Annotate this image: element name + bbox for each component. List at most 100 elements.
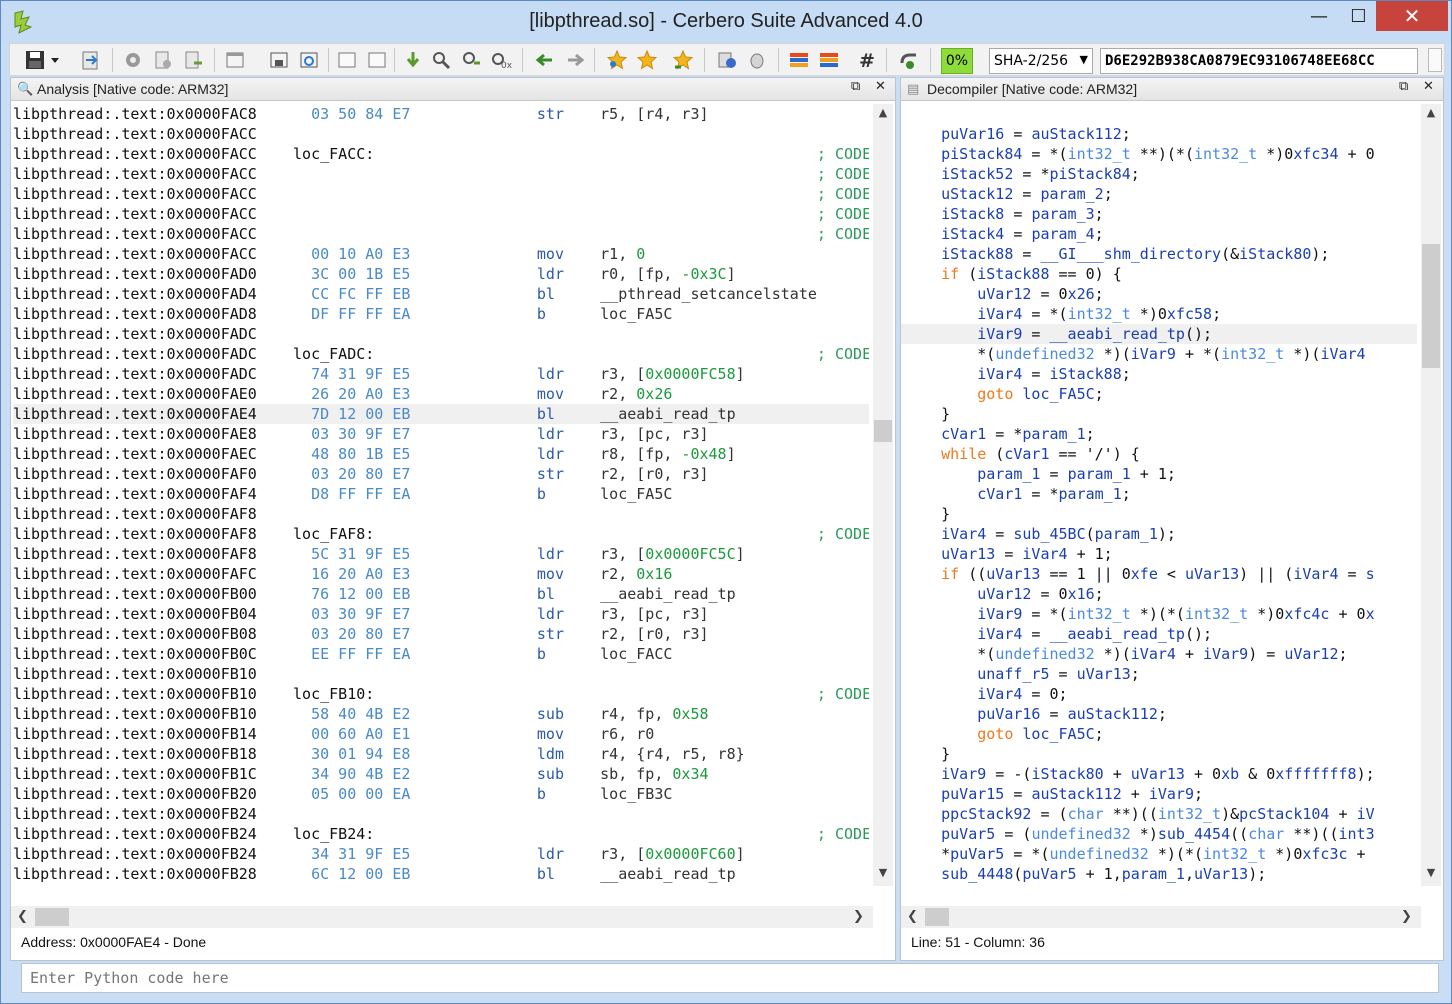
bookmark-down-icon[interactable] [402,49,424,71]
scroll-down-icon[interactable]: ▼ [873,866,893,879]
close-panel-icon[interactable]: ✕ [1423,79,1434,94]
decompiler-line[interactable]: } [901,404,1417,424]
scroll-up-icon[interactable]: ▲ [873,106,893,119]
disassembly-line[interactable]: libpthread:.text:0x0000FB24 [13,804,869,824]
hash-algorithm-select[interactable]: SHA-2/256 ▼ [989,48,1093,74]
scroll-thumb[interactable] [1422,244,1440,368]
horizontal-scroll-thumb[interactable] [925,908,949,926]
disassembly-line[interactable]: libpthread:.text:0x0000FADC [13,324,869,344]
back-arrow-icon[interactable] [534,49,556,71]
analysis-horizontal-scrollbar[interactable]: ❮ ❯ [11,906,873,928]
close-button[interactable]: ✕ [1376,1,1448,31]
disassembly-line[interactable]: libpthread:.text:0x0000FB24 loc_FB24: ; CO… [13,824,869,844]
scroll-down-icon[interactable]: ▼ [1421,866,1441,879]
disassembly-line[interactable]: libpthread:.text:0x0000FAF8 loc_FAF8: ; CO… [13,524,869,544]
disassembly-line[interactable]: libpthread:.text:0x0000FB0C EE FF FF EA b l… [13,644,869,664]
disassembly-view[interactable]: libpthread:.text:0x0000FAC8 03 50 84 E7 st… [13,104,869,884]
decompiler-line[interactable]: piStack84 = *(int32_t **)(*(int32_t *)0x… [901,144,1417,164]
hex-search-icon[interactable]: 0x [490,49,512,71]
decompiler-line[interactable]: puVar15 = auStack112 + iVar9; [901,784,1417,804]
decompiler-line[interactable]: puVar5 = (undefined32 *)sub_4454((char *… [901,824,1417,844]
disassembly-line[interactable]: libpthread:.text:0x0000FAE8 03 30 9F E7 ld… [13,424,869,444]
search-icon[interactable] [430,49,452,71]
document-icon[interactable] [152,49,174,71]
decompiler-line[interactable]: iStack4 = param_4; [901,224,1417,244]
decompiler-line[interactable]: uStack12 = param_2; [901,184,1417,204]
disassembly-line[interactable]: libpthread:.text:0x0000FB28 6C 12 00 EB bl… [13,864,869,884]
disassembly-line[interactable]: libpthread:.text:0x0000FB18 30 01 94 E8 ld… [13,744,869,764]
disassembly-line[interactable]: libpthread:.text:0x0000FB00 76 12 00 EB bl… [13,584,869,604]
save-icon[interactable] [24,49,62,71]
bug-icon[interactable] [746,49,768,71]
decompiler-line[interactable]: cVar1 = *param_1; [901,424,1417,444]
decompiler-line[interactable]: } [901,744,1417,764]
decompiler-line[interactable]: cVar1 = *param_1; [901,484,1417,504]
disassembly-line[interactable]: libpthread:.text:0x0000FB24 34 31 9F E5 ld… [13,844,869,864]
disassembly-line[interactable]: libpthread:.text:0x0000FAC8 03 50 84 E7 st… [13,104,869,124]
disassembly-line[interactable]: libpthread:.text:0x0000FADC loc_FADC: ; CO… [13,344,869,364]
decompiler-line[interactable]: iVar9 = __aeabi_read_tp(); [901,324,1417,344]
decompiler-line[interactable]: if (iStack88 == 0) { [901,264,1417,284]
disassembly-line[interactable]: libpthread:.text:0x0000FAD4 CC FC FF EB bl… [13,284,869,304]
frame-alt-icon[interactable] [366,49,388,71]
maximize-button[interactable]: ☐ [1341,1,1376,31]
decompiler-horizontal-scrollbar[interactable]: ❮ ❯ [901,906,1421,928]
decompiler-line[interactable]: } [901,504,1417,524]
decompiler-line[interactable]: param_1 = param_1 + 1; [901,464,1417,484]
star-icon[interactable] [636,49,658,71]
decompiler-line[interactable]: iStack52 = *piStack84; [901,164,1417,184]
float-panel-icon[interactable]: ⧉ [851,79,860,94]
decompiler-line[interactable]: goto loc_FA5C; [901,724,1417,744]
frame-icon[interactable] [336,49,358,71]
decompiler-line[interactable]: iVar9 = -(iStack80 + uVar13 + 0xb & 0xff… [901,764,1417,784]
decompiler-line[interactable]: iVar9 = *(int32_t *)(*(int32_t *)0xfc4c … [901,604,1417,624]
scroll-left-icon[interactable]: ❮ [17,909,28,924]
disassembly-line[interactable]: libpthread:.text:0x0000FAE0 26 20 A0 E3 mo… [13,384,869,404]
python-input[interactable] [21,963,1439,993]
forward-arrow-icon[interactable] [564,49,586,71]
decompiler-vertical-scrollbar[interactable]: ▲ ▼ [1421,104,1441,886]
disassembly-line[interactable]: libpthread:.text:0x0000FB10 58 40 4B E2 su… [13,704,869,724]
disassembly-line[interactable]: libpthread:.text:0x0000FACC ; CODE [13,204,869,224]
disassembly-line[interactable]: libpthread:.text:0x0000FACC 00 10 A0 E3 mo… [13,244,869,264]
decompiler-line[interactable]: iVar4 = __aeabi_read_tp(); [901,624,1417,644]
scroll-thumb[interactable] [874,420,892,442]
decompiler-line[interactable]: uVar13 = iVar4 + 1; [901,544,1417,564]
scroll-right-icon[interactable]: ❯ [1401,909,1412,924]
disassembly-line[interactable]: libpthread:.text:0x0000FB1C 34 90 4B E2 su… [13,764,869,784]
disassembly-line[interactable]: libpthread:.text:0x0000FB10 [13,664,869,684]
decompiler-line[interactable]: uVar12 = 0x26; [901,284,1417,304]
decompiler-line[interactable]: puVar16 = auStack112; [901,124,1417,144]
disassembly-line[interactable]: libpthread:.text:0x0000FADC 74 31 9F E5 ld… [13,364,869,384]
horizontal-scroll-thumb[interactable] [35,908,69,926]
layout-refresh-icon[interactable] [298,49,320,71]
decompiler-line[interactable]: if ((uVar13 == 1 || 0xfe < uVar13) || (i… [901,564,1417,584]
hash-value-field[interactable]: D6E292B938CA0879EC93106748EE68CC [1100,48,1418,74]
disassembly-line[interactable]: libpthread:.text:0x0000FAF8 5C 31 9F E5 ld… [13,544,869,564]
color-bars-alt-icon[interactable] [818,49,840,71]
decompiler-line[interactable]: iVar4 = iStack88; [901,364,1417,384]
decompiler-line[interactable]: iVar4 = sub_45BC(param_1); [901,524,1417,544]
decompiler-line[interactable]: *(undefined32 *)(iVar4 + iVar9) = uVar12… [901,644,1417,664]
layout-save-icon[interactable] [268,49,290,71]
disassembly-line[interactable]: libpthread:.text:0x0000FB08 03 20 80 E7 st… [13,624,869,644]
minimize-button[interactable]: — [1297,1,1341,31]
python-icon[interactable] [898,49,920,71]
toolbar-overflow-button[interactable] [1428,48,1442,72]
disassembly-line[interactable]: libpthread:.text:0x0000FAF8 [13,504,869,524]
analysis-vertical-scrollbar[interactable]: ▲ ▼ [873,104,893,886]
decompiler-line[interactable]: goto loc_FA5C; [901,384,1417,404]
decompiler-line[interactable]: *(undefined32 *)(iVar9 + *(int32_t *)(iV… [901,344,1417,364]
disassembly-line[interactable]: libpthread:.text:0x0000FAD8 DF FF FF EA b l… [13,304,869,324]
disassembly-line[interactable]: libpthread:.text:0x0000FB20 05 00 00 EA b l… [13,784,869,804]
disassembly-line[interactable]: libpthread:.text:0x0000FACC loc_FACC: ; CO… [13,144,869,164]
decompiler-line[interactable]: iStack88 = __GI___shm_directory(&iStack8… [901,244,1417,264]
search-next-icon[interactable] [460,49,482,71]
scroll-right-icon[interactable]: ❯ [853,909,864,924]
disassembly-line[interactable]: libpthread:.text:0x0000FACC [13,124,869,144]
decompiler-line[interactable]: unaff_r5 = uVar13; [901,664,1417,684]
disassembly-line[interactable]: libpthread:.text:0x0000FB04 03 30 9F E7 ld… [13,604,869,624]
export-icon[interactable] [80,49,102,71]
decompiler-line[interactable]: while (cVar1 == '/') { [901,444,1417,464]
float-panel-icon[interactable]: ⧉ [1399,79,1408,94]
